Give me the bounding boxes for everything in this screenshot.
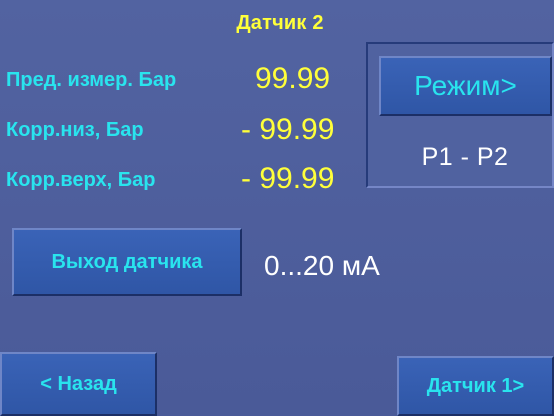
sensor-output-value: 0...20 мА bbox=[264, 250, 380, 281]
next-sensor-button[interactable]: Датчик 1> bbox=[397, 356, 554, 416]
mode-value: P1 - P2 bbox=[421, 143, 509, 171]
page-title: Датчик 2 bbox=[236, 12, 324, 34]
range-label: Пред. измер. Бар bbox=[6, 69, 177, 91]
corr-high-value: - 99.99 bbox=[241, 162, 335, 195]
sensor-settings-screen: Датчик 2 Пред. измер. Бар 99.99 Корр.низ… bbox=[0, 0, 554, 416]
range-value: 99.99 bbox=[255, 62, 331, 95]
corr-high-label: Корр.верх, Бар bbox=[6, 169, 156, 191]
corr-low-value: - 99.99 bbox=[241, 113, 335, 146]
back-button[interactable]: < Назад bbox=[0, 352, 157, 416]
mode-button[interactable]: Режим> bbox=[379, 56, 552, 116]
sensor-output-button[interactable]: Выход датчика bbox=[12, 228, 242, 296]
corr-low-label: Корр.низ, Бар bbox=[6, 119, 144, 141]
